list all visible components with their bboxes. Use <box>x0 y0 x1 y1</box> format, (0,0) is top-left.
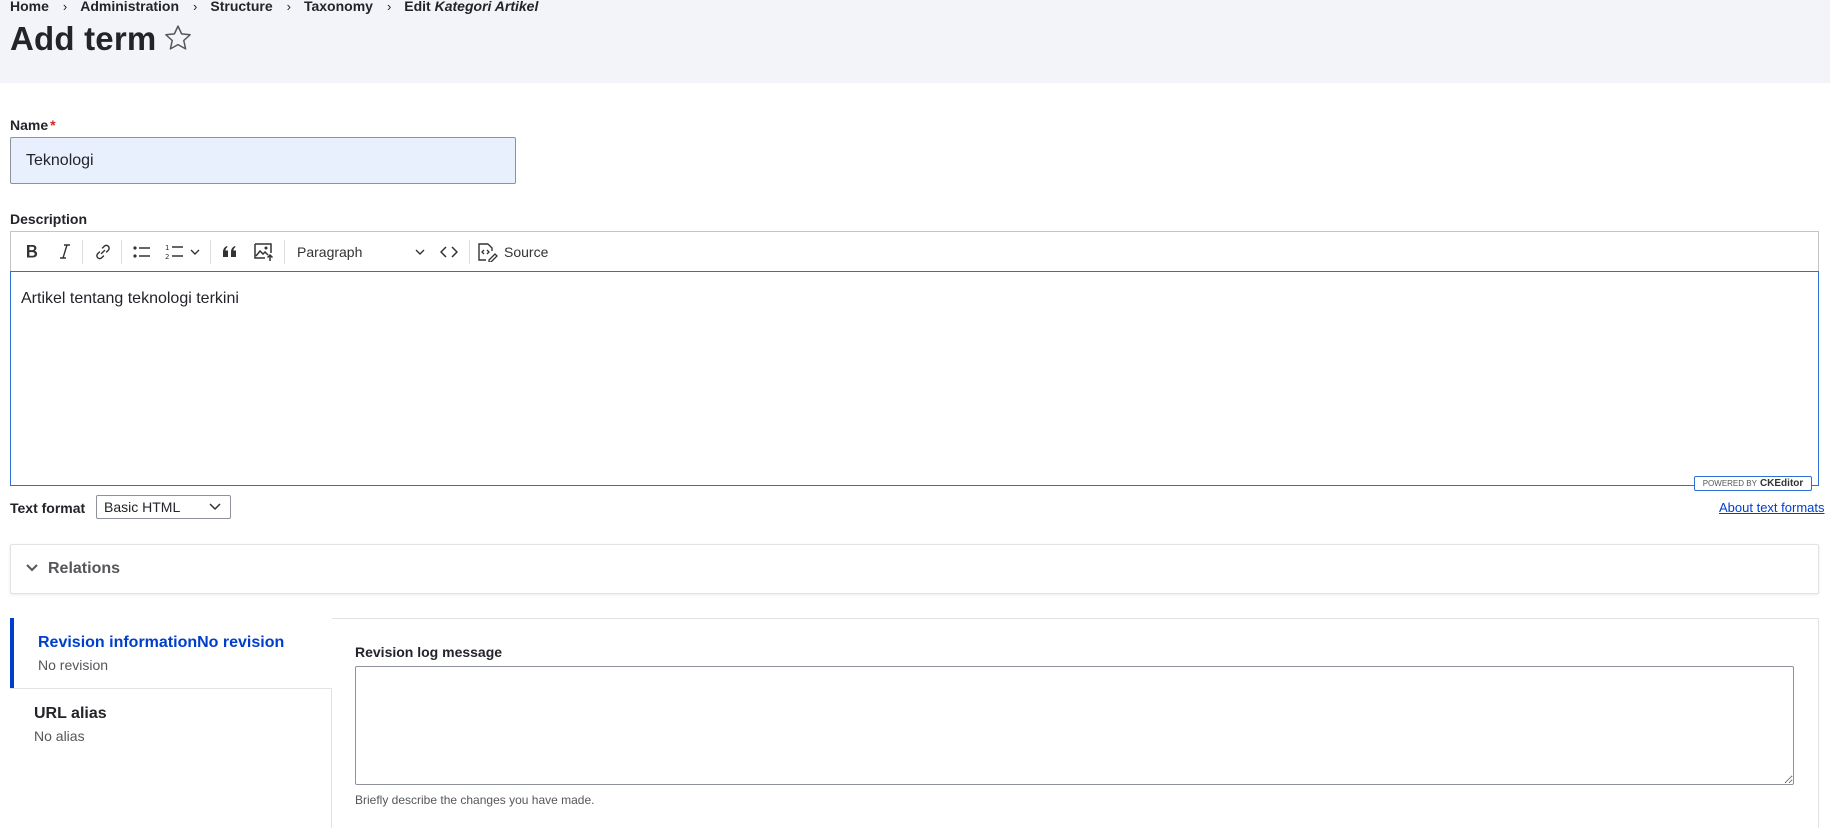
name-label-text: Name <box>10 117 49 133</box>
source-button-label: Source <box>504 244 549 260</box>
link-icon <box>96 244 110 260</box>
breadcrumb-edit-prefix: Edit <box>404 0 435 14</box>
tab-summary: No revision <box>38 657 109 673</box>
bold-button[interactable] <box>19 239 45 265</box>
breadcrumb-home[interactable]: Home <box>10 0 49 14</box>
toolbar-separator <box>469 240 470 264</box>
breadcrumb-structure[interactable]: Structure <box>210 0 272 14</box>
chevron-down-icon <box>415 249 425 255</box>
code-block-button[interactable] <box>435 239 463 265</box>
heading-select-value: Paragraph <box>297 244 363 260</box>
italic-icon <box>60 244 70 259</box>
breadcrumb-vocabulary-name: Kategori Artikel <box>434 0 539 14</box>
tab-empty-area <box>10 758 332 828</box>
chevron-down-icon <box>190 249 200 255</box>
editor-toolbar: 12 Paragraph Source <box>10 231 1819 271</box>
ckeditor-badge[interactable]: POWERED BY CKEditor <box>1694 476 1812 491</box>
text-format-value: Basic HTML <box>104 499 181 515</box>
source-icon <box>478 243 498 262</box>
description-label: Description <box>10 211 88 227</box>
vertical-tabs-menu: Revision informationNo revision No revis… <box>10 618 332 828</box>
breadcrumb-edit-vocabulary[interactable]: Edit Kategori Artikel <box>404 0 538 14</box>
chevron-down-icon <box>26 564 38 572</box>
editor-content[interactable]: Artikel tentang teknologi terkini <box>10 271 1819 486</box>
svg-text:1: 1 <box>165 244 169 252</box>
code-block-icon <box>440 246 458 258</box>
relations-summary: Relations <box>48 560 121 577</box>
rich-text-editor: 12 Paragraph Source Artikel tentang tekn… <box>10 231 1819 486</box>
text-format-label: Text format <box>10 500 86 516</box>
relations-details[interactable]: Relations <box>10 544 1819 594</box>
image-upload-button[interactable] <box>250 239 278 265</box>
svg-text:2: 2 <box>165 253 169 261</box>
heading-select[interactable]: Paragraph <box>291 239 431 265</box>
breadcrumb-taxonomy[interactable]: Taxonomy <box>304 0 373 14</box>
revision-log-label: Revision log message <box>355 644 503 660</box>
about-text-formats-link[interactable]: About text formats <box>1719 500 1825 515</box>
tab-title: URL alias <box>34 705 107 722</box>
toolbar-separator <box>82 240 83 264</box>
required-marker: * <box>50 117 56 133</box>
revision-log-help: Briefly describe the changes you have ma… <box>355 793 595 807</box>
blockquote-button[interactable] <box>217 239 243 265</box>
tab-revision-information[interactable]: Revision informationNo revision No revis… <box>10 618 332 688</box>
bulleted-list-icon <box>133 246 150 258</box>
tab-title: Revision informationNo revision <box>38 634 285 651</box>
chevron-down-icon <box>209 503 221 511</box>
page-header: Home › Administration › Structure › Taxo… <box>0 0 1830 83</box>
breadcrumb-separator: › <box>286 0 291 14</box>
breadcrumb-separator: › <box>193 0 198 14</box>
link-button[interactable] <box>89 239 117 265</box>
numbered-list-dropdown[interactable] <box>188 239 202 265</box>
blockquote-icon <box>223 246 236 257</box>
breadcrumb-administration[interactable]: Administration <box>80 0 179 14</box>
toolbar-separator <box>284 240 285 264</box>
tab-summary: No alias <box>34 728 85 744</box>
revision-log-textarea[interactable] <box>355 666 1794 785</box>
numbered-list-icon: 12 <box>165 244 183 261</box>
star-icon[interactable] <box>163 23 193 53</box>
italic-button[interactable] <box>52 239 78 265</box>
editor-paragraph: Artikel tentang teknologi terkini <box>21 290 239 307</box>
bold-icon <box>27 245 38 258</box>
name-input[interactable] <box>10 137 516 184</box>
name-label: Name * <box>10 117 56 133</box>
ckeditor-brand: CKEditor <box>1759 478 1804 489</box>
tab-url-alias[interactable]: URL alias No alias <box>10 688 332 758</box>
breadcrumb-separator: › <box>62 0 68 14</box>
image-upload-icon <box>254 243 274 261</box>
toolbar-separator <box>121 240 122 264</box>
breadcrumb-separator: › <box>386 0 392 14</box>
breadcrumb: Home › Administration › Structure › Taxo… <box>10 0 538 14</box>
toolbar-separator <box>210 240 211 264</box>
source-button[interactable]: Source <box>476 239 556 265</box>
bulleted-list-button[interactable] <box>128 239 156 265</box>
powered-by-text: POWERED BY <box>1702 479 1757 488</box>
text-format-select[interactable]: Basic HTML <box>96 495 231 519</box>
page-title: Add term <box>10 20 157 57</box>
numbered-list-button[interactable]: 12 <box>162 239 188 265</box>
